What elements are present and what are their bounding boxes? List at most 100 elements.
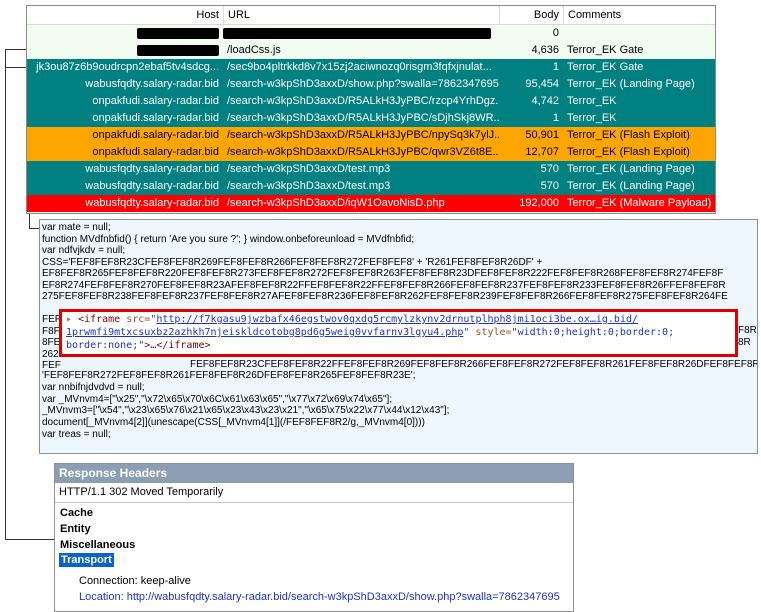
response-headers-panel: Response Headers HTTP/1.1 302 Moved Temp… (54, 463, 574, 612)
table-header: Host URL Body Comments (27, 6, 715, 25)
cell-comment: Terror_EK (Landing Page) (567, 180, 695, 192)
table-row[interactable]: 0 (27, 25, 715, 42)
iframe-src-link-cont[interactable]: 1prwmfi9mtxcsuxbz2azhkh7njeiskldcotobg8p… (66, 327, 463, 338)
table-row[interactable]: onpakfudi.salary-radar.bid/search-w3kpSh… (27, 127, 715, 144)
redacted-url (223, 28, 491, 39)
code-line: EF8R274FEF8FEF8R270FEF8FEF8R23AFEF8FEF8R… (42, 279, 726, 291)
code-line: 'FEF8FEF8R272FEF8FEF8R261FEF8FEF8R26DFEF… (42, 370, 416, 381)
cell-host: onpakfudi.salary-radar.bid (92, 146, 219, 158)
cell-comment: Terror_EK (Landing Page) (567, 163, 695, 175)
code-line: var treas = null; (42, 429, 111, 440)
header-location: Location: http://wabusfqdty.salary-radar… (79, 591, 560, 603)
cell-body: 1 (552, 61, 559, 73)
cell-host: onpakfudi.salary-radar.bid (92, 112, 219, 124)
code-line: FEF8FEF8R23CFEF8FEF8R22FFEF8FEF8R269FEF8… (190, 359, 758, 370)
cell-comment: Terror_EK (Flash Exploit) (567, 129, 690, 141)
cell-url: /search-w3kpShD3axxD/test.mp3 (227, 180, 391, 192)
cell-body: 1 (552, 112, 559, 124)
location-link[interactable]: http://wabusfqdty.salary-radar.bid/searc… (127, 591, 560, 603)
redacted-host (137, 28, 219, 39)
cell-body: 192,000 (519, 197, 559, 209)
cell-url: /sec9bo4pltrkkd8v7x15zj2aciwnozq0risgm3f… (227, 61, 492, 73)
response-headers-title: Response Headers (55, 464, 573, 483)
cell-body: 0 (552, 27, 559, 39)
session-table: Host URL Body Comments 0/loadCss.js 4,636… (26, 5, 716, 214)
iframe-tag-close: >…</iframe> (144, 340, 211, 351)
cell-url: /search-w3kpShD3axxD/test.mp3 (227, 163, 391, 175)
cell-body: 12,707 (525, 146, 559, 158)
cell-url: /search-w3kpShD3axxD/R5ALkH3JyPBC/sDjhSk… (227, 112, 499, 124)
table-row[interactable]: wabusfqdty.salary-radar.bid/search-w3kpS… (27, 76, 715, 93)
tree-line-code-link (29, 212, 30, 228)
src-attribute: src= (126, 314, 151, 325)
http-status-line: HTTP/1.1 302 Moved Temporarily (59, 486, 224, 498)
cell-url: /search-w3kpShD3axxD/R5ALkH3JyPBC/npySq3… (227, 129, 499, 141)
tree-line-middle (5, 67, 28, 68)
column-host[interactable]: Host (27, 6, 223, 24)
style-value: "width:0;height:0;border:0; (511, 327, 675, 338)
header-connection: Connection: keep-alive (79, 575, 191, 587)
iframe-src-link[interactable]: http://f7kgasu9jwzbafx46egstwov0qxdg5rcm… (156, 314, 638, 325)
cell-host: jk3ou87z6b9oudrcpn2ebaf5tv4sdcg... (36, 61, 219, 73)
cell-body: 570 (540, 180, 559, 192)
cell-host: wabusfqdty.salary-radar.bid (85, 163, 219, 175)
cell-url: /search-w3kpShD3axxD/R5ALkH3JyPBC/qwr3VZ… (227, 146, 499, 158)
group-miscellaneous[interactable]: Miscellaneous (60, 539, 135, 551)
code-line: function MVdfnbfid() { return 'Are you s… (42, 233, 415, 245)
cell-comment (563, 25, 715, 42)
column-url[interactable]: URL (223, 6, 499, 24)
cell-comment: Terror_EK (567, 95, 617, 107)
cell-body: 4,742 (531, 95, 559, 107)
code-line: document[_MVnvm4[2]](unescape(CSS[_MVnvm… (42, 417, 425, 429)
cell-host: onpakfudi.salary-radar.bid (92, 95, 219, 107)
code-line: CSS='FEF8FEF8R23CFEF8FEF8R269FEF8FEF8R26… (42, 256, 543, 268)
group-cache[interactable]: Cache (60, 507, 93, 519)
code-line-fragment-right: F8R (738, 325, 757, 336)
code-line-fragment: 8FE (42, 337, 61, 348)
cell-body: 4,636 (531, 44, 559, 56)
style-value-cont: border:none;" (66, 340, 145, 351)
cell-url: /search-w3kpShD3axxD/iqW1OavoNisD.php (227, 197, 445, 209)
code-line: var _MVnvm4=["\x25","\x72\x65\x70\x6C\x6… (42, 393, 393, 405)
table-row[interactable]: wabusfqdty.salary-radar.bid/search-w3kpS… (27, 161, 715, 178)
code-line-fragment: 262 (42, 348, 59, 360)
cell-host: onpakfudi.salary-radar.bid (92, 129, 219, 141)
column-body[interactable]: Body (499, 6, 563, 24)
code-line: var nnbifnjdvdvd = null; (42, 381, 145, 393)
table-row[interactable]: wabusfqdty.salary-radar.bid/search-w3kpS… (27, 178, 715, 195)
status-divider (55, 502, 573, 503)
cell-comment: Terror_EK (Flash Exploit) (567, 146, 690, 158)
cell-comment: Terror_EK (Landing Page) (567, 78, 695, 90)
cell-url: /search-w3kpShD3axxD/R5ALkH3JyPBC/rzcp4Y… (227, 95, 499, 107)
expand-triangle-icon[interactable]: ▸ (66, 314, 72, 325)
table-row[interactable]: onpakfudi.salary-radar.bid/search-w3kpSh… (27, 110, 715, 127)
table-row[interactable]: onpakfudi.salary-radar.bid/search-w3kpSh… (27, 144, 715, 161)
style-attribute: style= (469, 327, 512, 338)
cell-url: /loadCss.js (227, 44, 281, 56)
cell-host: wabusfqdty.salary-radar.bid (85, 180, 219, 192)
code-line: var mate = null; (42, 222, 111, 233)
table-row[interactable]: jk3ou87z6b9oudrcpn2ebaf5tv4sdcg... /sec9b… (27, 59, 715, 76)
cell-body: 570 (540, 163, 559, 175)
group-entity[interactable]: Entity (60, 523, 91, 535)
table-row[interactable]: onpakfudi.salary-radar.bid/search-w3kpSh… (27, 93, 715, 110)
location-label: Location: (79, 591, 127, 603)
group-transport[interactable]: Transport (59, 553, 114, 567)
code-line: _MVnvm3=["\x54","\x23\x65\x76\x21\x65\x2… (42, 405, 450, 417)
iframe-tag-open: <iframe (78, 314, 127, 325)
cell-body: 50,901 (525, 129, 559, 141)
table-row[interactable]: /loadCss.js 4,636 Terror_EK Gate (27, 42, 715, 59)
fragment-line-3: border:none;">…</iframe> (66, 339, 211, 352)
table-row[interactable]: wabusfqdty.salary-radar.bid/search-w3kpS… (27, 195, 715, 212)
cell-host: wabusfqdty.salary-radar.bid (85, 197, 219, 209)
cell-url: /search-w3kpShD3axxD/show.php?swalla=786… (227, 78, 499, 90)
code-line: var ndfvjkdv = null; (42, 245, 126, 256)
fragment-line-1: ▸ <iframe src="http://f7kgasu9jwzbafx46e… (66, 313, 638, 326)
cell-comment: Terror_EK Gate (567, 61, 644, 73)
code-line: 275FEF8FEF8R238FEF8FEF8R237FEF8FEF8R27AF… (42, 291, 728, 302)
iframe-highlight-box: ▸ <iframe src="http://f7kgasu9jwzbafx46e… (59, 309, 738, 357)
tree-line-bottom (5, 539, 56, 540)
cell-comment: Terror_EK Gate (567, 44, 644, 56)
tree-line-top (5, 49, 28, 50)
column-comments[interactable]: Comments (563, 6, 715, 24)
